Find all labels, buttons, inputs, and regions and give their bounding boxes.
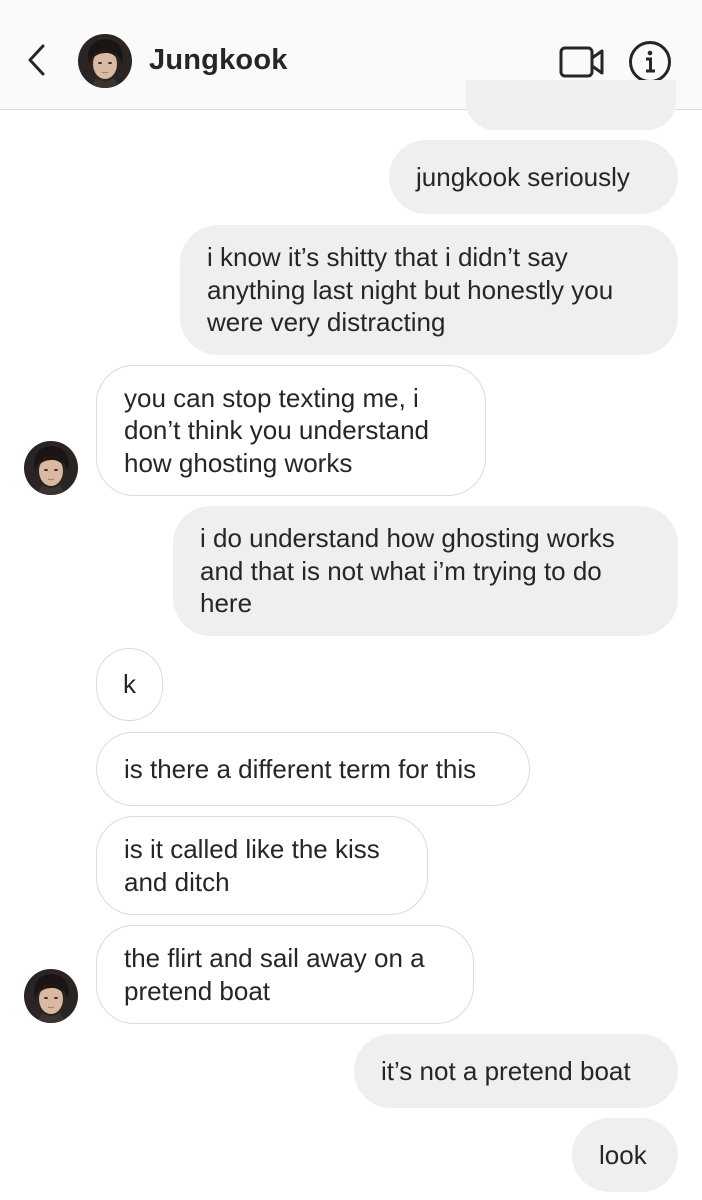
video-camera-icon <box>559 46 604 78</box>
contact-avatar[interactable] <box>78 34 132 88</box>
back-button[interactable] <box>22 40 52 80</box>
contact-name[interactable]: Jungkook <box>149 44 288 77</box>
contact-avatar[interactable] <box>24 441 78 495</box>
received-message[interactable]: you can stop texting me, i don’t think y… <box>96 365 486 496</box>
sent-message[interactable]: jungkook seriously <box>389 140 678 214</box>
video-call-button[interactable] <box>558 44 606 80</box>
sent-message[interactable]: i know it’s shitty that i didn’t say any… <box>180 225 678 355</box>
received-message[interactable]: is it called like the kiss and ditch <box>96 816 428 915</box>
previous-message-bubble <box>466 80 676 130</box>
contact-avatar[interactable] <box>24 969 78 1023</box>
sent-message[interactable]: i do understand how ghosting works and t… <box>173 506 678 636</box>
received-message[interactable]: is there a different term for this <box>96 732 530 806</box>
sent-message[interactable]: look <box>572 1118 678 1192</box>
received-message[interactable]: the flirt and sail away on a pretend boa… <box>96 925 474 1024</box>
received-message[interactable]: k <box>96 648 163 721</box>
info-icon <box>629 41 671 83</box>
info-button[interactable] <box>627 39 673 85</box>
sent-message[interactable]: it’s not a pretend boat <box>354 1034 678 1108</box>
chevron-left-icon <box>28 44 45 76</box>
